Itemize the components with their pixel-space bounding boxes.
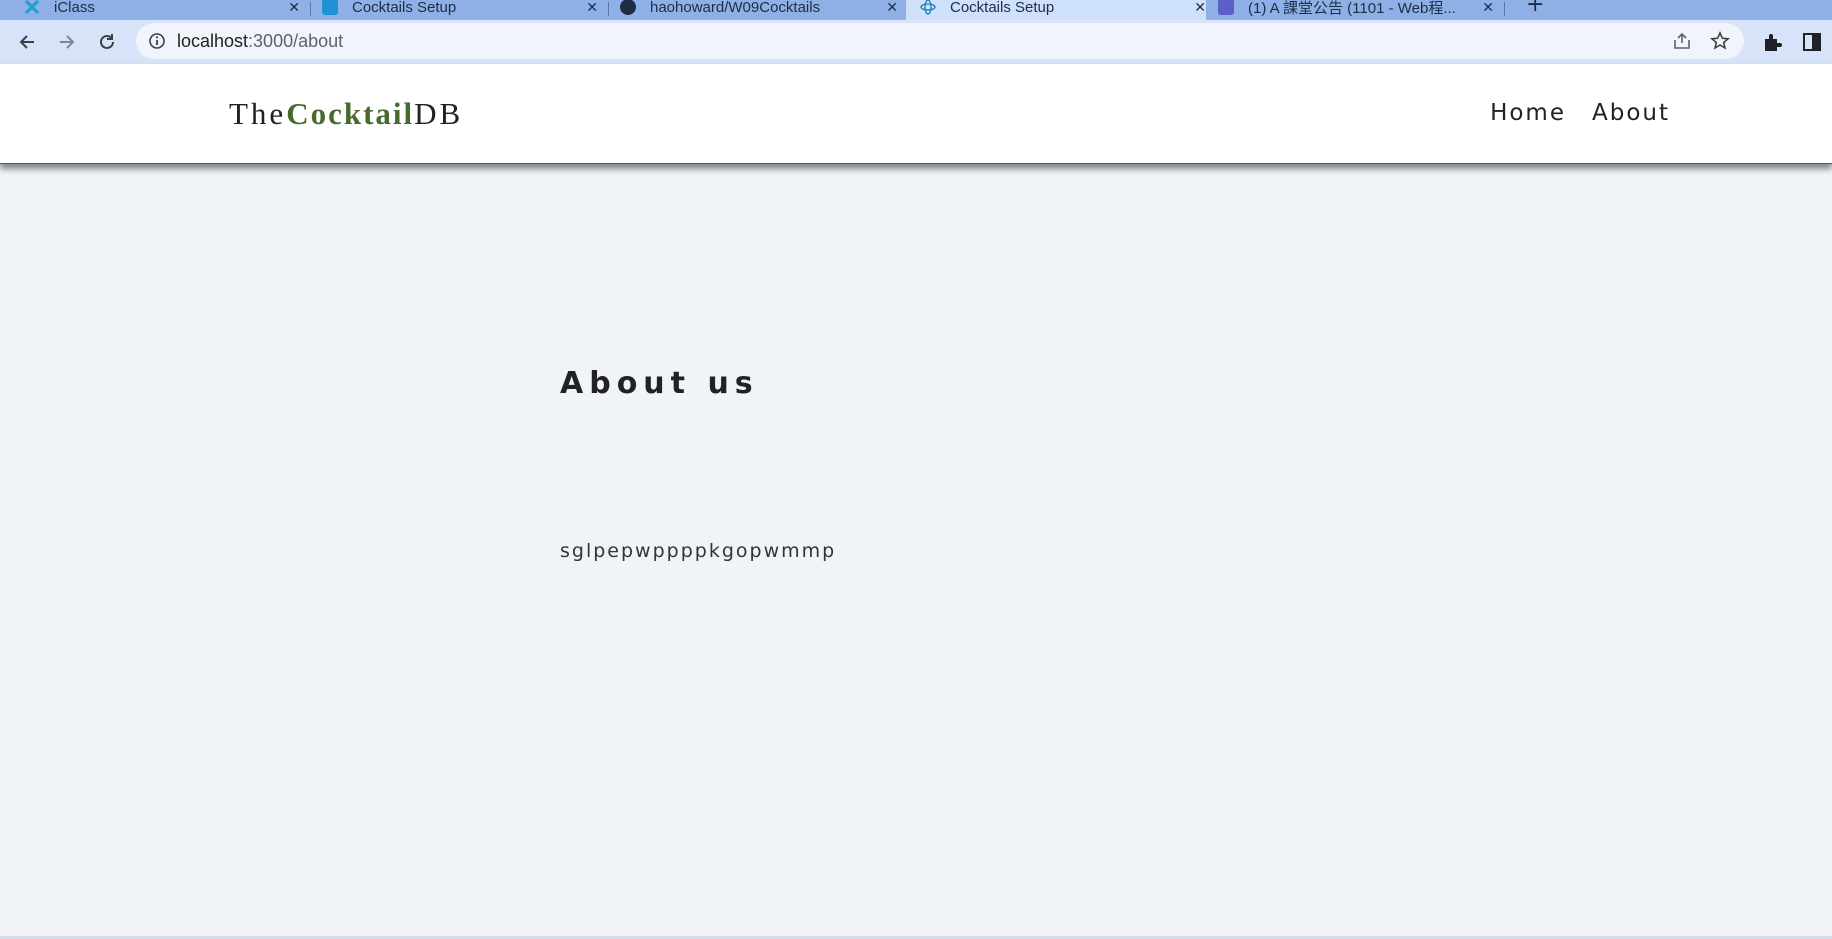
- back-button[interactable]: [14, 29, 40, 55]
- forward-button[interactable]: [54, 29, 80, 55]
- nav-links: Home About: [1490, 100, 1670, 126]
- bookmark-star-icon[interactable]: [1710, 31, 1730, 51]
- site-logo[interactable]: TheCocktailDB: [229, 96, 463, 132]
- extensions-icon[interactable]: [1761, 31, 1783, 53]
- tab-separator: [608, 2, 609, 16]
- close-icon[interactable]: ✕: [1194, 0, 1206, 16]
- arrow-left-icon: [19, 35, 34, 49]
- arrow-right-icon: [60, 35, 75, 49]
- tab-title: (1) A 課堂公告 (1101 - Web程...: [1248, 0, 1456, 17]
- browser-tab-cocktails-setup[interactable]: Cocktails Setup ✕: [322, 0, 598, 20]
- share-icon[interactable]: [1672, 31, 1692, 51]
- logo-highlight: Cocktail: [286, 96, 415, 131]
- close-icon[interactable]: ✕: [1482, 0, 1494, 16]
- about-text: sglpepwppppkgopwmmp: [560, 540, 837, 562]
- iclass-icon: [24, 0, 40, 15]
- tab-title: haohoward/W09Cocktails: [650, 0, 821, 16]
- browser-tab-teams[interactable]: (1) A 課堂公告 (1101 - Web程... ✕: [1218, 0, 1494, 20]
- teams-icon: [1218, 0, 1234, 15]
- nav-link-about[interactable]: About: [1592, 100, 1670, 126]
- react-icon: [920, 0, 936, 15]
- close-icon[interactable]: ✕: [886, 0, 898, 16]
- logo-suffix: DB: [414, 96, 464, 131]
- address-bar[interactable]: localhost:3000/about: [136, 23, 1744, 59]
- reload-icon: [100, 34, 114, 49]
- site-info-icon[interactable]: [148, 32, 166, 50]
- close-icon[interactable]: ✕: [586, 0, 598, 16]
- close-icon[interactable]: ✕: [288, 0, 300, 16]
- codesandbox-icon: [322, 0, 338, 15]
- browser-toolbar: localhost:3000/about: [0, 20, 1832, 64]
- tab-separator: [1504, 2, 1505, 16]
- browser-tab-iclass[interactable]: iClass ✕: [24, 0, 300, 20]
- page-title: About us: [560, 366, 759, 401]
- logo-prefix: The: [229, 96, 287, 131]
- tab-title: Cocktails Setup: [352, 0, 457, 16]
- side-panel-icon[interactable]: [1801, 31, 1823, 53]
- tab-title: iClass: [54, 0, 95, 16]
- url-path: :3000/about: [248, 31, 344, 51]
- browser-tab-github[interactable]: haohoward/W09Cocktails ✕: [620, 0, 898, 20]
- tab-separator: [310, 2, 311, 16]
- nav-link-home[interactable]: Home: [1490, 100, 1566, 126]
- browser-tabstrip: iClass ✕ Cocktails Setup ✕ haohoward/W09…: [0, 0, 1832, 20]
- site-navbar: TheCocktailDB Home About: [0, 64, 1832, 164]
- url-host: localhost: [177, 31, 249, 51]
- new-tab-button[interactable]: +: [1526, 0, 1544, 17]
- github-icon: [620, 0, 636, 15]
- browser-tab-active[interactable]: Cocktails Setup ✕: [906, 0, 1206, 20]
- url-text[interactable]: localhost:3000/about: [177, 31, 343, 52]
- reload-button[interactable]: [94, 29, 120, 55]
- tab-title: Cocktails Setup: [950, 0, 1055, 16]
